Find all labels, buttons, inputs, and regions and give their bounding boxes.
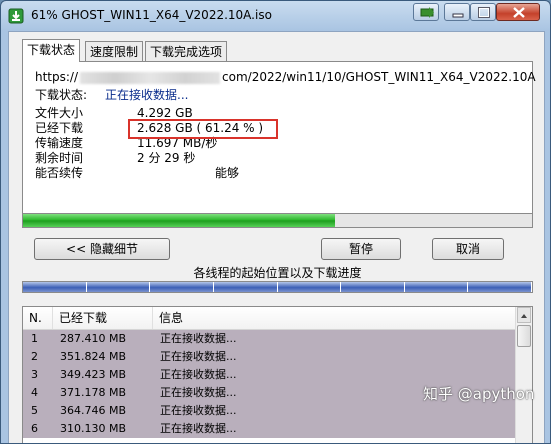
thread-segment — [213, 282, 278, 292]
thread-segment — [150, 282, 214, 292]
table-row[interactable]: 1 287.410 MB 正在接收数据... — [23, 330, 517, 348]
tab-speed-limit[interactable]: 速度限制 — [85, 41, 144, 61]
remaining-label: 剩余时间 — [35, 151, 84, 165]
thread-segment — [341, 282, 405, 292]
col-header-n[interactable]: N. — [23, 307, 53, 329]
cell-info: 正在接收数据... — [160, 332, 237, 345]
window-title: 61% GHOST_WIN11_X64_V2022.10A.iso — [31, 8, 272, 22]
status-panel: https:// com/2022/win11/10/GHOST_WIN11_X6… — [22, 61, 536, 225]
thread-segments-bar — [22, 281, 533, 293]
download-window: 61% GHOST_WIN11_X64_V2022.10A.iso 下载状态 速… — [0, 0, 551, 444]
cell-n: 2 — [31, 350, 38, 363]
col-header-downloaded[interactable]: 已经下载 — [53, 307, 153, 329]
cell-downloaded: 364.746 MB — [60, 404, 127, 417]
cell-info: 正在接收数据... — [160, 422, 237, 435]
thread-segment — [86, 282, 151, 292]
thread-segment — [404, 282, 469, 292]
state-label: 下载状态: — [35, 88, 88, 102]
url-prefix: https:// — [35, 70, 79, 84]
close-button[interactable] — [496, 3, 540, 21]
download-arrow-button[interactable] — [413, 3, 439, 21]
title-bar[interactable]: 61% GHOST_WIN11_X64_V2022.10A.iso — [1, 1, 550, 31]
cell-info: 正在接收数据... — [160, 368, 237, 381]
hide-details-button[interactable]: << 隐藏细节 — [34, 238, 170, 260]
thread-segment — [277, 282, 342, 292]
remaining-value: 2 分 29 秒 — [137, 151, 196, 165]
tab-completion-options[interactable]: 下载完成选项 — [145, 41, 228, 61]
cell-downloaded: 351.824 MB — [60, 350, 127, 363]
maximize-button[interactable] — [470, 3, 496, 21]
list-scrollbar[interactable] — [515, 307, 532, 443]
thread-list[interactable]: N. 已经下载 信息 1 287.410 MB 正在接收数据... 2 351.824 … — [22, 306, 533, 443]
list-header: N. 已经下载 信息 — [23, 307, 517, 330]
segments-label: 各线程的起始位置以及下载进度 — [193, 266, 362, 280]
state-value: 正在接收数据... — [105, 88, 189, 102]
pause-button[interactable]: 暂停 — [321, 238, 401, 260]
cell-info: 正在接收数据... — [160, 404, 237, 417]
cancel-button[interactable]: 取消 — [432, 238, 504, 260]
cell-n: 5 — [31, 404, 38, 417]
file-size-label: 文件大小 — [35, 106, 84, 120]
app-icon — [8, 8, 24, 24]
cell-n: 1 — [31, 332, 38, 345]
thread-segment — [468, 282, 532, 292]
resume-value: 能够 — [215, 166, 240, 180]
col-header-info[interactable]: 信息 — [153, 307, 517, 329]
cell-downloaded: 349.423 MB — [60, 368, 127, 381]
watermark-text: 知乎 @apython — [423, 385, 535, 403]
minimize-button[interactable] — [444, 3, 470, 21]
scroll-up-button[interactable] — [517, 307, 531, 323]
thread-segment — [23, 282, 87, 292]
url-redacted — [80, 71, 221, 84]
tab-download-status[interactable]: 下载状态 — [22, 39, 81, 62]
close-icon — [513, 7, 525, 18]
overall-progress-bar — [22, 213, 533, 228]
cell-downloaded: 287.410 MB — [60, 332, 127, 345]
scroll-thumb[interactable] — [517, 325, 531, 347]
download-url[interactable]: https:// com/2022/win11/10/GHOST_WIN11_X6… — [35, 70, 536, 85]
speed-label: 传输速度 — [35, 136, 84, 150]
chevron-up-icon — [521, 314, 527, 318]
url-suffix: com/2022/win11/10/GHOST_WIN11_X64_V2022.… — [222, 70, 536, 84]
resume-label: 能否续传 — [35, 166, 84, 180]
cell-n: 6 — [31, 422, 38, 435]
progress-fill — [23, 214, 335, 227]
arrow-icon — [420, 7, 434, 18]
downloaded-highlight-box — [128, 119, 278, 139]
cell-downloaded: 310.130 MB — [60, 422, 127, 435]
table-row[interactable]: 3 349.423 MB 正在接收数据... — [23, 366, 517, 384]
cell-info: 正在接收数据... — [160, 386, 237, 399]
cell-n: 4 — [31, 386, 38, 399]
cell-n: 3 — [31, 368, 38, 381]
table-row[interactable]: 6 310.130 MB 正在接收数据... — [23, 420, 517, 438]
cell-downloaded: 371.178 MB — [60, 386, 127, 399]
minimize-icon — [452, 13, 464, 18]
cell-info: 正在接收数据... — [160, 350, 237, 363]
table-row[interactable]: 5 364.746 MB 正在接收数据... — [23, 402, 517, 420]
downloaded-label: 已经下载 — [35, 121, 84, 135]
maximize-icon — [478, 7, 490, 18]
table-row[interactable]: 2 351.824 MB 正在接收数据... — [23, 348, 517, 366]
